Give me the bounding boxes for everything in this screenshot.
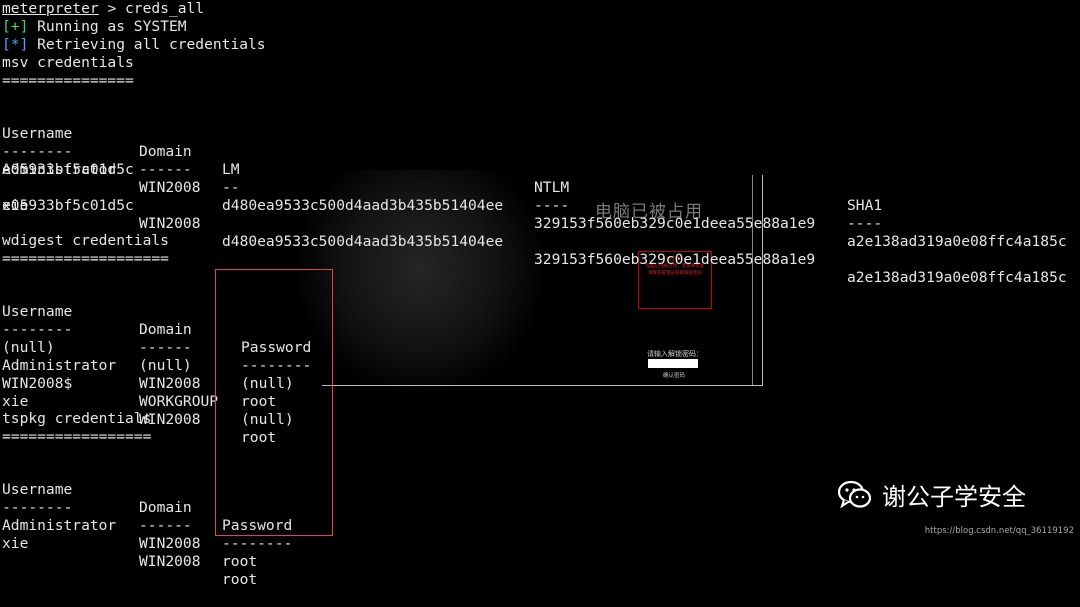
dash: ------ bbox=[139, 339, 192, 356]
table-row: (null) (null) (null) bbox=[2, 321, 294, 392]
wdigest-header-row: Username Domain Password bbox=[2, 285, 311, 356]
col-header-ntlm: NTLM bbox=[534, 179, 570, 196]
cell-ntlm: 329153f560eb329c0e1deea55e88a1e9 bbox=[534, 251, 816, 268]
wechat-icon bbox=[837, 480, 872, 510]
table-row: Administrator WIN2008 root bbox=[2, 339, 276, 410]
watermark-text: 谢公子学安全 bbox=[882, 483, 1026, 511]
status-line: [*] Retrieving all credentials bbox=[2, 36, 266, 54]
col-header-domain: Domain bbox=[139, 499, 192, 516]
ransom-line: 请联系管理员获取解锁密码 bbox=[648, 271, 702, 276]
locked-screen-divider bbox=[752, 175, 753, 385]
cell-password: root bbox=[222, 571, 258, 588]
cell-username: xie bbox=[2, 393, 29, 410]
wdigest-section-underline: =================== bbox=[2, 250, 169, 267]
dash: ---- bbox=[847, 215, 883, 232]
source-url: https://blog.csdn.net/qq_36119192 bbox=[924, 526, 1074, 536]
tspkg-section-underline: ================= bbox=[2, 428, 152, 445]
cell-sha1-wrap: e05933bf5c01d5c bbox=[2, 197, 134, 214]
msv-section-title: msv credentials bbox=[2, 54, 134, 71]
cell-domain: (null) bbox=[139, 357, 192, 374]
cell-ntlm: 329153f560eb329c0e1deea55e88a1e9 bbox=[534, 215, 816, 232]
status-marker: [*] bbox=[2, 36, 29, 53]
msv-section-underline: =============== bbox=[2, 72, 134, 89]
tspkg-section-title: tspkg credentials bbox=[2, 410, 152, 427]
table-row: xie WIN2008 d480ea9533c500d4aad3b435b514… bbox=[2, 179, 1067, 286]
cell-lm: d480ea9533c500d4aad3b435b51404ee bbox=[222, 197, 504, 214]
watermark: 谢公子学安全 bbox=[837, 477, 1026, 512]
cell-sha1-wrap: e05933bf5c01d5c bbox=[2, 161, 134, 178]
status-line: [+] Running as SYSTEM bbox=[2, 18, 187, 36]
tspkg-header-row: Username Domain Password bbox=[2, 463, 292, 534]
table-row: xie WIN2008 root bbox=[2, 375, 276, 446]
cell-domain: WIN2008 bbox=[139, 215, 201, 232]
cell-password: root bbox=[222, 553, 258, 570]
command-text: creds_all bbox=[125, 0, 205, 17]
col-header-sha1: SHA1 bbox=[847, 197, 883, 214]
status-text: Running as SYSTEM bbox=[28, 18, 187, 35]
cell-domain: WIN2008 bbox=[139, 535, 201, 552]
wdigest-dash-row: -------- ------ -------- bbox=[2, 303, 311, 374]
cell-domain: WIN2008 bbox=[139, 179, 201, 196]
dash: -------- bbox=[222, 535, 293, 552]
cell-lm: d480ea9533c500d4aad3b435b51404ee bbox=[222, 233, 504, 250]
col-header-domain: Domain bbox=[139, 321, 192, 338]
password-highlight-box bbox=[215, 269, 333, 536]
cell-sha1: a2e138ad319a0e08ffc4a185c bbox=[847, 233, 1067, 250]
table-row: Administrator WIN2008 root bbox=[2, 499, 257, 570]
table-row: xie WIN2008 root bbox=[2, 517, 257, 588]
cell-sha1: a2e138ad319a0e08ffc4a185c bbox=[847, 269, 1067, 286]
status-marker: [+] bbox=[2, 18, 29, 35]
unlock-password-input[interactable] bbox=[648, 359, 698, 368]
dash: -- bbox=[222, 179, 240, 196]
cell-username: xie bbox=[2, 535, 29, 552]
col-header-lm: LM bbox=[222, 161, 240, 178]
msv-dash-row: -------- ------ -- ---- ---- bbox=[2, 125, 882, 232]
dash: ------ bbox=[139, 517, 192, 534]
msv-header-row: Username Domain LM NTLM SHA1 bbox=[2, 107, 882, 214]
prompt-line: meterpreter > creds_all bbox=[2, 0, 204, 18]
cell-domain: WIN2008 bbox=[139, 375, 201, 392]
wdigest-section-title: wdigest credentials bbox=[2, 232, 169, 249]
cell-domain: WIN2008 bbox=[139, 553, 201, 570]
table-row: WIN2008$ WORKGROUP (null) bbox=[2, 357, 294, 428]
unlock-password-label: 请输入解锁密码： bbox=[647, 350, 703, 358]
dash: ------ bbox=[139, 161, 192, 178]
dash: ---- bbox=[534, 197, 570, 214]
unlock-confirm-button[interactable]: 确认密码 bbox=[663, 371, 685, 379]
cell-domain: WORKGROUP bbox=[139, 393, 219, 410]
prompt-separator: > bbox=[98, 0, 126, 17]
prompt-label: meterpreter bbox=[2, 0, 99, 17]
table-row: Administrator WIN2008 d480ea9533c500d4aa… bbox=[2, 143, 1067, 250]
col-header-domain: Domain bbox=[139, 143, 192, 160]
status-text: Retrieving all credentials bbox=[28, 36, 266, 53]
tspkg-dash-row: -------- ------ -------- bbox=[2, 481, 292, 552]
